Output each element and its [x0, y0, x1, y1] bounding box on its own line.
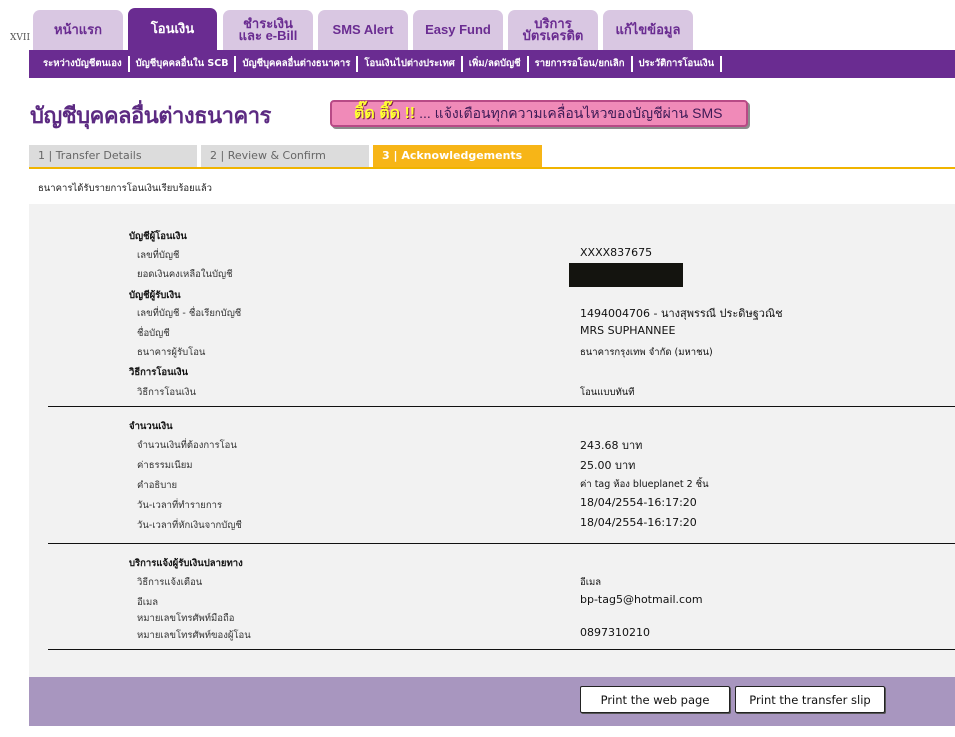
method-label: วิธีการโอนเงิน — [137, 387, 197, 398]
divider — [48, 649, 955, 650]
debit-time-value: 18/04/2554-16:17:20 — [580, 516, 697, 529]
receiving-bank-value: ธนาคารกรุงเทพ จำกัด (มหาชน) — [580, 347, 713, 358]
email-label: อีเมล — [137, 597, 159, 608]
notify-method-value: อีเมล — [580, 577, 602, 588]
step-review-confirm: 2 | Review & Confirm — [201, 145, 369, 167]
amount-header: จำนวนเงิน — [129, 421, 173, 432]
tab-credit-card[interactable]: บริการ บัตรเครดิต — [508, 10, 598, 50]
tab-home[interactable]: หน้าแรก — [33, 10, 123, 50]
amount-value: 243.68 บาท — [580, 439, 643, 452]
from-account-no-label: เลขที่บัญชี — [137, 250, 180, 261]
account-name-label: ชื่อบัญชี — [137, 328, 170, 339]
description-label: คำอธิบาย — [137, 480, 178, 491]
subnav-pending[interactable]: รายการรอโอน/ยกเลิก — [529, 56, 633, 72]
mobile-label: หมายเลขโทรศัพท์มือถือ — [137, 613, 235, 624]
fee-label: ค่าธรรมเนียม — [137, 460, 193, 471]
sub-navigation: ระหว่างบัญชีตนเอง บัญชีบุคคลอื่นใน SCB บ… — [29, 50, 955, 78]
from-account-header: บัญชีผู้โอนเงิน — [129, 231, 187, 242]
subnav-history[interactable]: ประวัติการโอนเงิน — [633, 56, 723, 72]
to-account-value: 1494004706 - นางสุพรรณี ประดิษฐวณิช — [580, 307, 783, 320]
tab-easy-fund[interactable]: Easy Fund — [413, 10, 503, 50]
description-value: ค่า tag ห้อง blueplanet 2 ชิ้น — [580, 479, 709, 490]
progress-steps: 1 | Transfer Details 2 | Review & Confir… — [29, 145, 955, 169]
balance-masked — [569, 263, 683, 287]
receiving-bank-label: ธนาคารผู้รับโอน — [137, 347, 206, 358]
subnav-own-accounts[interactable]: ระหว่างบัญชีตนเอง — [37, 56, 130, 72]
divider — [48, 543, 955, 544]
method-header: วิธีการโอนเงิน — [129, 367, 189, 378]
to-account-header: บัญชีผู้รับเงิน — [129, 290, 181, 301]
print-transfer-slip-button[interactable]: Print the transfer slip — [735, 686, 885, 713]
tab-transfer[interactable]: โอนเงิน — [128, 8, 217, 50]
page-title: บัญชีบุคคลอื่นต่างธนาคาร — [30, 104, 271, 129]
subnav-manage-accounts[interactable]: เพิ่ม/ลดบัญชี — [463, 56, 529, 72]
transfer-summary: บัญชีผู้โอนเงิน เลขที่บัญชี XXXX837675 ย… — [29, 204, 955, 677]
notify-method-label: วิธีการแจ้งเตือน — [137, 577, 203, 588]
to-account-label: เลขที่บัญชี - ชื่อเรียกบัญชี — [137, 308, 242, 319]
confirmation-message: ธนาคารได้รับรายการโอนเงินเรียบร้อยแล้ว — [38, 183, 212, 194]
account-name-value: MRS SUPHANNEE — [580, 324, 676, 337]
sender-phone-label: หมายเลขโทรศัพท์ของผู้โอน — [137, 630, 251, 641]
txn-time-value: 18/04/2554-16:17:20 — [580, 496, 697, 509]
debit-time-label: วัน-เวลาที่หักเงินจากบัญชี — [137, 520, 242, 531]
notify-header: บริการแจ้งผู้รับเงินปลายทาง — [129, 558, 243, 569]
step-transfer-details: 1 | Transfer Details — [29, 145, 197, 167]
email-value: bp-tag5@hotmail.com — [580, 593, 703, 606]
method-value: โอนแบบทันที — [580, 387, 635, 398]
brand-mark: XVII — [10, 33, 31, 43]
action-bar: Print the web page Print the transfer sl… — [29, 677, 955, 726]
amount-label: จำนวนเงินที่ต้องการโอน — [137, 440, 237, 451]
tab-sms-alert[interactable]: SMS Alert — [318, 10, 408, 50]
subnav-other-scb[interactable]: บัญชีบุคคลอื่นใน SCB — [130, 56, 237, 72]
tab-edit-profile[interactable]: แก้ไขข้อมูล — [603, 10, 693, 50]
banner-highlight: ติ๊ด ติ๊ด !! — [354, 105, 416, 122]
fee-value: 25.00 บาท — [580, 459, 636, 472]
from-account-no: XXXX837675 — [580, 246, 653, 259]
balance-label: ยอดเงินคงเหลือในบัญชี — [137, 269, 233, 280]
txn-time-label: วัน-เวลาที่ทำรายการ — [137, 500, 223, 511]
subnav-other-bank[interactable]: บัญชีบุคคลอื่นต่างธนาคาร — [236, 56, 359, 72]
sms-alert-banner[interactable]: ติ๊ด ติ๊ด !! ... แจ้งเตือนทุกความเคลื่อน… — [330, 100, 748, 127]
banner-text: ... แจ้งเตือนทุกความเคลื่อนไหวของบัญชีผ่… — [419, 104, 723, 121]
top-navigation: XVII หน้าแรก โอนเงิน ชำระเงิน และ e-Bill… — [0, 0, 955, 50]
divider — [48, 406, 955, 407]
subnav-overseas[interactable]: โอนเงินไปต่างประเทศ — [358, 56, 463, 72]
print-web-page-button[interactable]: Print the web page — [580, 686, 730, 713]
step-acknowledgements: 3 | Acknowledgements — [373, 145, 542, 167]
tab-bill-payment[interactable]: ชำระเงิน และ e-Bill — [223, 10, 313, 50]
sender-phone-value: 0897310210 — [580, 626, 650, 639]
